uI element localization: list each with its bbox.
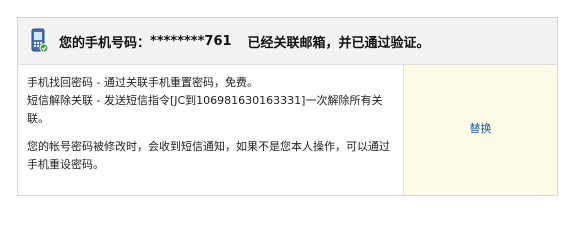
phone-binding-panel: 您的手机号码： ********761 已经关联邮箱，并已通过验证。 手机找回密… — [17, 17, 558, 196]
phone-number-label: 您的手机号码： — [59, 35, 151, 51]
panel-header: 您的手机号码： ********761 已经关联邮箱，并已通过验证。 — [18, 18, 557, 65]
description-line-recover: 手机找回密码 - 通过关联手机重置密码，免费。 — [27, 76, 258, 89]
description-line-notice: 您的帐号密码被修改时，会收到短信通知，如果不是您本人操作，可以通过手机重设密码。 — [27, 140, 390, 171]
mobile-phone-icon — [31, 28, 49, 53]
binding-status-text: 已经关联邮箱，并已通过验证。 — [247, 35, 430, 51]
panel-body: 手机找回密码 - 通过关联手机重置密码，免费。 短信解除关联 - 发送短信指令[… — [18, 65, 557, 195]
masked-phone-number: ********761 — [150, 33, 232, 49]
description-area: 手机找回密码 - 通过关联手机重置密码，免费。 短信解除关联 - 发送短信指令[… — [18, 65, 404, 195]
description-line-unbind: 短信解除关联 - 发送短信指令[JC到106981630163331]一次解除所… — [27, 94, 383, 125]
replace-phone-link[interactable]: 替换 — [470, 120, 492, 136]
action-area: 替换 — [404, 65, 557, 195]
